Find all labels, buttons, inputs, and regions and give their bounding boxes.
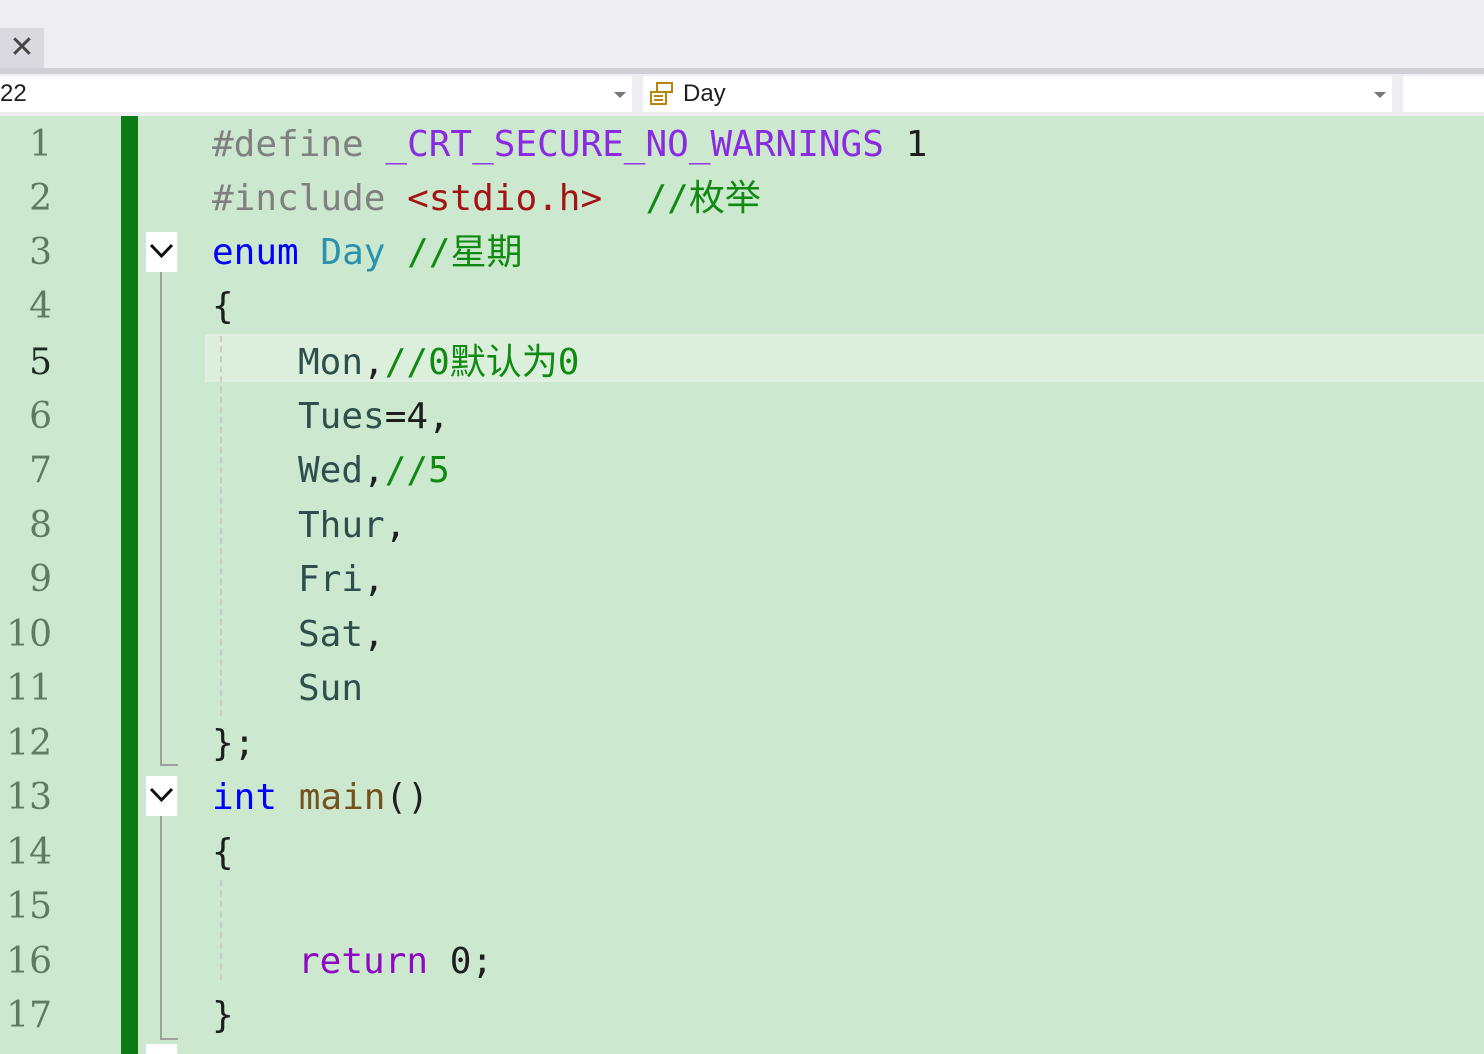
indent-guide xyxy=(220,880,222,980)
line-number: 8 xyxy=(29,505,52,546)
line-number: 15 xyxy=(6,886,52,927)
line-number: 17 xyxy=(6,995,52,1036)
fold-guide xyxy=(160,816,162,1040)
collapse-toggle[interactable] xyxy=(146,1044,177,1054)
chevron-down-icon xyxy=(149,787,174,803)
line-number-current: 5 xyxy=(29,342,52,383)
line-number: 3 xyxy=(29,232,52,273)
code-line-14: { xyxy=(212,832,234,873)
chevron-down-icon[interactable] xyxy=(614,92,626,98)
line-number: 7 xyxy=(29,450,52,491)
code-line-9: Fri, xyxy=(298,559,385,600)
code-line-8: Thur, xyxy=(298,505,407,546)
tab-strip: ✕ xyxy=(0,0,1484,68)
line-number: 1 xyxy=(29,124,52,165)
code-line-12: }; xyxy=(212,723,256,764)
collapse-toggle-main[interactable] xyxy=(146,776,177,816)
code-line-5: Mon,//0默认为0 xyxy=(298,342,580,383)
line-number: 13 xyxy=(6,777,52,818)
member-value: Day xyxy=(683,80,726,107)
line-number: 12 xyxy=(6,723,52,764)
line-number: 14 xyxy=(6,832,52,873)
collapse-toggle-enum[interactable] xyxy=(146,232,177,272)
code-editor[interactable]: 1 2 3 4 5 6 7 8 9 10 11 12 13 14 15 16 1… xyxy=(0,116,1484,1054)
code-line-10: Sat, xyxy=(298,614,385,655)
code-line-1: #define _CRT_SECURE_NO_WARNINGS 1 xyxy=(212,124,928,165)
close-icon[interactable]: ✕ xyxy=(0,28,44,68)
line-number: 4 xyxy=(29,286,52,327)
fold-end xyxy=(160,764,178,766)
change-tracking-bar xyxy=(121,116,138,1054)
line-number: 2 xyxy=(29,178,52,219)
navigation-bar: 22 Day xyxy=(0,74,1484,116)
line-number: 9 xyxy=(29,559,52,600)
fold-end xyxy=(160,1038,178,1040)
scope-dropdown[interactable]: 22 xyxy=(0,76,632,112)
code-line-17: } xyxy=(212,995,234,1036)
code-line-6: Tues=4, xyxy=(298,396,450,437)
member-dropdown[interactable]: Day xyxy=(643,76,1392,112)
fold-guide xyxy=(160,272,162,766)
extra-dropdown[interactable] xyxy=(1403,76,1484,112)
indent-guide xyxy=(220,336,222,716)
code-line-3: enum Day //星期 xyxy=(212,232,523,273)
code-line-2: #include <stdio.h> //枚举 xyxy=(212,178,761,219)
line-number: 11 xyxy=(6,668,52,709)
line-number: 16 xyxy=(6,941,52,982)
enum-icon xyxy=(649,82,675,106)
chevron-down-icon xyxy=(149,243,174,259)
line-number: 6 xyxy=(29,396,52,437)
code-line-11: Sun xyxy=(298,668,364,709)
scope-value: 22 xyxy=(0,80,27,107)
code-line-4: { xyxy=(212,286,234,327)
code-line-7: Wed,//5 xyxy=(298,450,450,491)
code-line-16: return 0; xyxy=(298,941,494,982)
line-number: 10 xyxy=(6,614,52,655)
code-line-13: int main() xyxy=(212,777,429,818)
chevron-down-icon[interactable] xyxy=(1374,92,1386,98)
